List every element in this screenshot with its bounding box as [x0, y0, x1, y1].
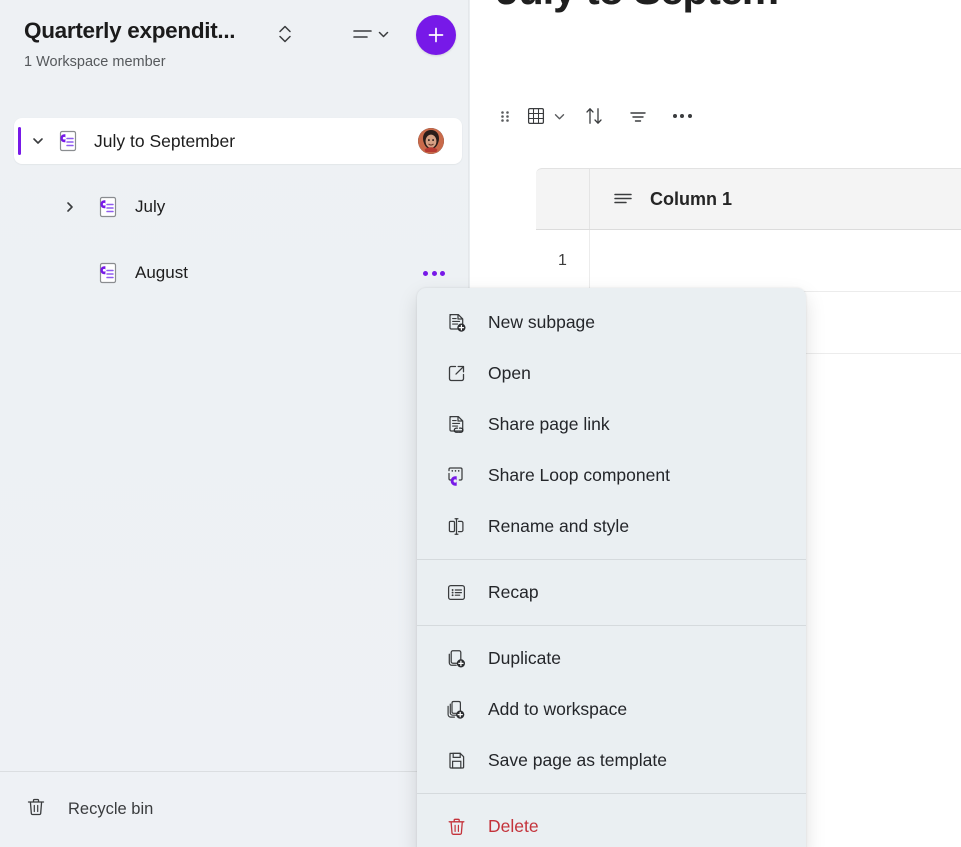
menu-item-label: Recap [488, 582, 539, 602]
sidebar: Quarterly expendit... 1 Workspace member [0, 0, 470, 847]
table-cell[interactable] [590, 230, 961, 291]
menu-item-share-page-link[interactable]: Share page link [417, 399, 806, 450]
plus-icon [428, 27, 444, 43]
sort-button[interactable] [572, 100, 616, 132]
recap-list-icon [444, 581, 468, 605]
menu-item-label: Share page link [488, 414, 610, 434]
trash-icon [24, 795, 48, 824]
loop-page-icon [56, 129, 78, 153]
sidebar-divider [0, 771, 470, 772]
sidebar-item-july-to-september[interactable]: July to September [14, 118, 462, 164]
chevron-placeholder [56, 259, 84, 287]
sidebar-item-label: July to September [94, 130, 236, 151]
menu-item-label: Duplicate [488, 648, 561, 668]
loop-component-icon [444, 464, 468, 488]
table-header-row: Column 1 [536, 168, 961, 230]
chevron-down-icon[interactable] [24, 127, 52, 155]
chevron-down-icon [378, 31, 389, 37]
menu-item-share-loop-component[interactable]: Share Loop component [417, 450, 806, 501]
chevron-right-icon[interactable] [56, 193, 84, 221]
list-options-icon[interactable] [352, 20, 394, 48]
chevron-up-down-icon[interactable] [273, 20, 297, 48]
sidebar-item-july[interactable]: July [56, 184, 165, 230]
menu-item-label: Add to workspace [488, 699, 628, 719]
menu-item-open[interactable]: Open [417, 348, 806, 399]
workspace-title: Quarterly expendit... [24, 18, 236, 43]
page-link-icon [444, 413, 468, 437]
sidebar-item-august[interactable]: August [56, 250, 188, 296]
table-icon [527, 107, 545, 125]
table-toolbar [490, 98, 704, 134]
menu-separator [417, 793, 806, 794]
more-horizontal-icon[interactable] [418, 258, 450, 288]
menu-item-label: Rename and style [488, 516, 630, 536]
loop-workspace-window: Quarterly expendit... 1 Workspace member [0, 0, 961, 847]
menu-item-label: Share Loop component [488, 465, 670, 485]
workspace-header: Quarterly expendit... 1 Workspace member [0, 0, 470, 86]
menu-item-label: Delete [488, 816, 539, 836]
menu-item-rename-and-style[interactable]: Rename and style [417, 501, 806, 552]
menu-separator [417, 559, 806, 560]
menu-item-label: Save page as template [488, 750, 668, 770]
page-add-icon [444, 311, 468, 335]
menu-item-new-subpage[interactable]: New subpage [417, 297, 806, 348]
table-type-button[interactable] [520, 100, 572, 132]
filter-button[interactable] [616, 100, 660, 132]
add-page-button[interactable] [416, 15, 456, 55]
drag-grip-icon[interactable] [490, 100, 520, 132]
chevron-down-icon [554, 113, 565, 119]
row-number: 1 [536, 230, 590, 291]
selected-indicator [18, 127, 21, 155]
menu-separator [417, 625, 806, 626]
save-template-icon [444, 749, 468, 773]
menu-item-save-page-as-template[interactable]: Save page as template [417, 735, 806, 786]
rename-style-icon [444, 515, 468, 539]
menu-item-duplicate[interactable]: Duplicate [417, 633, 806, 684]
menu-item-delete[interactable]: Delete [417, 801, 806, 847]
add-to-workspace-icon [444, 698, 468, 722]
open-external-icon [444, 362, 468, 386]
sidebar-item-label: August [135, 263, 188, 282]
filter-icon [630, 112, 646, 122]
table-row[interactable]: 1 [536, 230, 961, 292]
text-align-icon [614, 193, 632, 204]
column-header-1[interactable]: Column 1 [590, 169, 961, 229]
column-header-label: Column 1 [650, 188, 733, 209]
avatar[interactable] [418, 128, 444, 154]
duplicate-icon [444, 647, 468, 671]
row-number-header [536, 169, 590, 229]
menu-item-label: Open [488, 363, 531, 383]
more-horizontal-icon[interactable] [660, 100, 704, 132]
loop-page-icon [96, 195, 118, 219]
sort-arrows-icon [586, 108, 602, 124]
page-title[interactable]: July to Septem [496, 0, 779, 14]
page-context-menu: New subpage Open Share page link Share L… [417, 288, 806, 847]
menu-item-label: New subpage [488, 312, 596, 332]
workspace-member-count: 1 Workspace member [24, 54, 166, 70]
trash-icon [444, 815, 468, 839]
loop-page-icon [96, 261, 118, 285]
sidebar-item-label: July [135, 197, 166, 216]
sidebar-item-recycle-bin[interactable]: Recycle bin [24, 790, 153, 828]
menu-item-recap[interactable]: Recap [417, 567, 806, 618]
menu-item-add-to-workspace[interactable]: Add to workspace [417, 684, 806, 735]
recycle-bin-label: Recycle bin [68, 799, 154, 818]
